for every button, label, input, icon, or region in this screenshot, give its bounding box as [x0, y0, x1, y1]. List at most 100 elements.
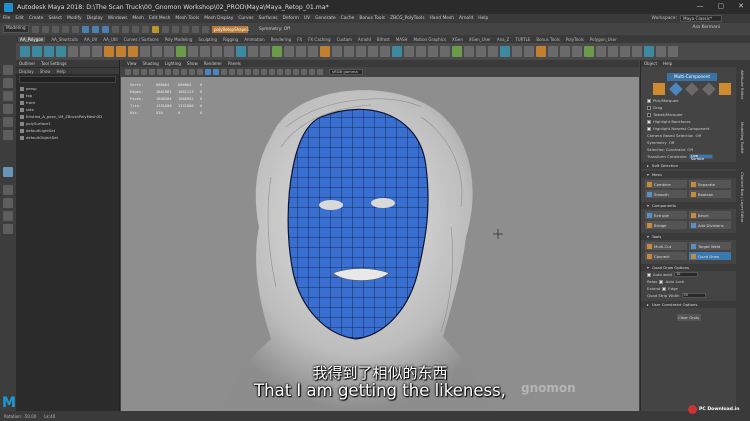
close-button[interactable]: ✕ — [738, 2, 744, 10]
camera-attributes-icon[interactable] — [133, 69, 139, 75]
image-plane-icon[interactable] — [149, 69, 155, 75]
render-settings-icon[interactable] — [192, 25, 199, 33]
menu-item[interactable]: Generate — [315, 16, 336, 21]
checkbox[interactable] — [659, 279, 664, 284]
menu-item[interactable]: Display — [87, 16, 103, 21]
shelf-tab[interactable]: TURTLE — [515, 37, 530, 42]
merge-icon[interactable] — [164, 46, 174, 57]
menu-item[interactable]: Help — [478, 16, 488, 21]
history-icon[interactable] — [162, 25, 169, 33]
shelf-tab[interactable]: AA_Polygon — [18, 36, 46, 42]
open-scene-icon[interactable] — [42, 25, 49, 33]
chamfer-icon[interactable] — [368, 46, 378, 57]
shelf-tab[interactable]: Motion Graphics — [414, 37, 447, 42]
boolean-button[interactable]: Boolean — [689, 190, 731, 198]
outliner-menu-show[interactable]: Show — [40, 69, 51, 74]
default-material-icon[interactable] — [221, 69, 227, 75]
shelf-tab[interactable]: Arnold — [358, 37, 371, 42]
edge-mode-icon[interactable] — [685, 82, 699, 96]
snap-view-icon[interactable] — [142, 25, 149, 33]
checkbox[interactable] — [647, 112, 651, 117]
extrude-icon[interactable] — [104, 46, 114, 57]
motion-blur-icon[interactable] — [261, 69, 267, 75]
collapse-icon[interactable] — [356, 46, 366, 57]
shadows-icon[interactable] — [245, 69, 251, 75]
extrude-button[interactable]: Extrude — [645, 211, 687, 219]
tree-item[interactable]: defaultLightSet — [16, 127, 119, 134]
paint-select-icon[interactable] — [3, 91, 13, 101]
hypershade-icon[interactable] — [202, 25, 209, 33]
freeze-transforms-icon[interactable] — [212, 46, 222, 57]
offset-edge-loop-icon[interactable] — [332, 46, 342, 57]
shelf-tab[interactable]: Custom — [337, 37, 352, 42]
multi-cut-button[interactable]: Multi-Cut — [645, 242, 687, 250]
triangulate-icon[interactable] — [476, 46, 486, 57]
live-surface-field[interactable]: polyRetopShape1 — [212, 25, 249, 33]
vertex-mode-icon[interactable] — [668, 82, 683, 96]
shelf-tab[interactable]: FX Caching — [308, 37, 330, 42]
multicut-icon[interactable] — [140, 46, 150, 57]
four-view-icon[interactable] — [3, 198, 13, 208]
option-row[interactable]: Highlight Nearest Component — [641, 125, 736, 132]
3d-viewport[interactable]: Verts: 666664 666664 0 Edges: 1861901 1861124… — [121, 77, 639, 411]
viewport-menu-item[interactable]: Renderer — [204, 61, 222, 66]
fill-hole-icon[interactable] — [296, 46, 306, 57]
rotate-tool-icon[interactable] — [3, 117, 13, 127]
poke-icon[interactable] — [428, 46, 438, 57]
gamma-icon[interactable] — [317, 69, 323, 75]
shelf-tab[interactable]: Sculpting — [198, 37, 217, 42]
smooth-button[interactable]: Smooth — [645, 190, 687, 198]
workspace-dropdown[interactable]: Maya Classic* — [680, 15, 722, 22]
shelf-tab[interactable]: AA_Util — [103, 37, 117, 42]
tree-item[interactable]: front — [16, 99, 119, 106]
shelf-script-icon[interactable] — [548, 46, 558, 57]
outliner-menu-display[interactable]: Display — [19, 69, 34, 74]
soften-edge-icon[interactable] — [248, 46, 258, 57]
menu-item[interactable]: UV — [304, 16, 310, 21]
viewport-menu-item[interactable]: Panels — [228, 61, 241, 66]
color-management-dropdown[interactable]: sRGB gamma — [329, 69, 363, 75]
shelf-tab[interactable]: XGen_User — [469, 37, 491, 42]
cleanup-icon[interactable] — [464, 46, 474, 57]
crease-icon[interactable] — [380, 46, 390, 57]
option-row[interactable]: Pick/Marquee — [641, 97, 736, 104]
tab-help[interactable]: Help — [663, 61, 672, 66]
shelf-tab[interactable]: Bifrost — [377, 37, 390, 42]
quad-strip-field[interactable]: 50 — [681, 293, 706, 298]
tools-section[interactable]: ▾ Tools — [641, 233, 736, 240]
menu-item[interactable]: Deform — [283, 16, 299, 21]
shelf-script-icon[interactable] — [560, 46, 570, 57]
viewport-menu-item[interactable]: Show — [187, 61, 198, 66]
clear-guides-button[interactable]: Clear Gnds — [676, 314, 701, 321]
outliner-search-input[interactable] — [19, 76, 116, 83]
slide-edge-icon[interactable] — [404, 46, 414, 57]
connect-button[interactable]: Connect — [645, 252, 687, 260]
tree-item[interactable]: Kristina_A_pose_1M_ZBrushPolyMesh3D — [16, 113, 119, 120]
shelf-tab[interactable]: AA_Shortcuts — [51, 37, 78, 42]
quad-draw-button[interactable]: Quad Draw — [689, 252, 731, 260]
delete-edge-icon[interactable] — [344, 46, 354, 57]
shelf-tab[interactable]: Polygon_User — [590, 37, 617, 42]
snap-point-icon[interactable] — [132, 25, 139, 33]
shelf-tab[interactable]: FX — [297, 37, 302, 42]
select-by-component-icon[interactable] — [102, 25, 109, 33]
uv-editor-icon[interactable] — [236, 46, 246, 57]
bridge-icon[interactable] — [128, 46, 138, 57]
maximize-button[interactable]: ▢ — [718, 2, 725, 10]
tree-item[interactable]: persp — [16, 85, 119, 92]
tab-modelling-toolkit[interactable]: Modelling Toolkit — [740, 122, 745, 154]
field-chart-icon[interactable] — [189, 69, 195, 75]
quad-draw-icon[interactable] — [176, 46, 186, 57]
lights-icon[interactable] — [237, 69, 243, 75]
target-weld-button[interactable]: Target Weld — [689, 242, 731, 250]
shelf-tab[interactable]: Animation — [244, 37, 264, 42]
shelf-tab[interactable]: Poly Modeling — [165, 37, 193, 42]
ipr-icon[interactable] — [182, 25, 189, 33]
multi-component-button[interactable]: Multi-Component — [667, 73, 717, 81]
shelf-script-icon[interactable] — [584, 46, 594, 57]
bevel-button[interactable]: Bevel — [689, 211, 731, 219]
smooth-shade-icon[interactable] — [213, 69, 219, 75]
render-icon[interactable] — [172, 25, 179, 33]
menu-item[interactable]: Bonus Tools — [359, 16, 385, 21]
smooth-icon[interactable] — [92, 46, 102, 57]
